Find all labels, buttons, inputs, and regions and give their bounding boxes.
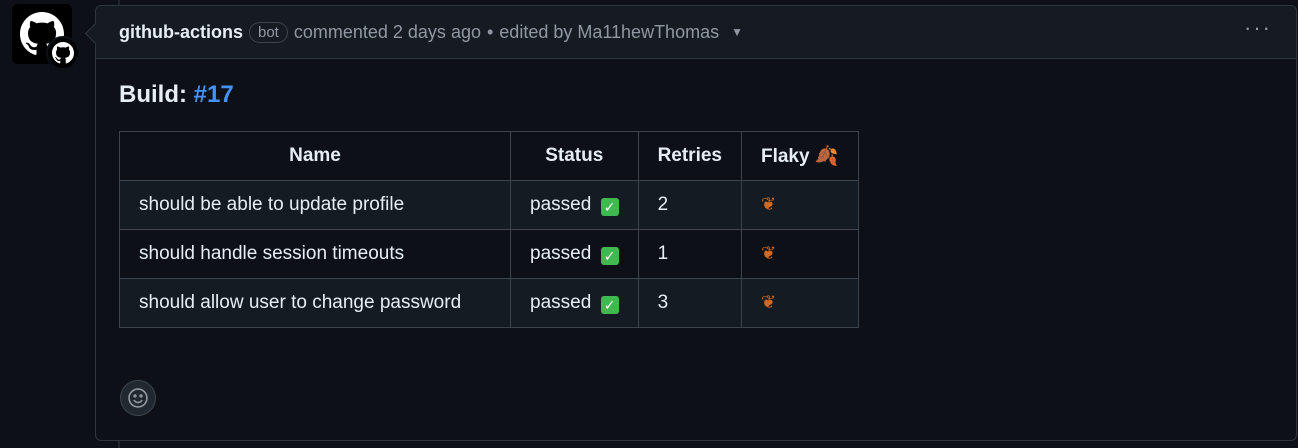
check-mark-icon: ✓ [600,247,619,265]
test-status: passed ✓ [510,278,639,328]
status-text: passed [530,292,592,313]
test-retries: 2 [637,180,742,230]
status-text: passed [530,194,592,215]
test-name: should allow user to change password [119,278,511,328]
test-name: should be able to update profile [119,180,511,230]
separator: • [486,21,494,42]
check-mark-icon: ✓ [600,198,619,216]
header-status: Status [510,131,639,181]
header-retries: Retries [637,131,742,181]
author-link[interactable]: github-actions [119,22,243,43]
author-avatar[interactable] [12,4,80,70]
comment-timestamp[interactable]: commented 2 days ago [294,22,481,43]
test-retries: 1 [637,229,742,279]
header-flaky: Flaky 🍂 [740,131,859,181]
table-row: should handle session timeouts passed ✓ … [119,229,859,279]
status-text: passed [530,243,592,264]
test-flaky: ❦ [740,278,859,328]
add-reaction-button[interactable] [120,380,156,416]
edited-by-link[interactable]: edited by Ma11hewThomas [499,22,719,43]
comment-header: github-actions bot commented 2 days ago … [96,6,1296,59]
test-status: passed ✓ [510,180,639,230]
table-header-row: Name Status Retries Flaky 🍂 [119,131,859,181]
header-name: Name [119,131,511,181]
build-label: Build: [119,81,187,108]
fallen-leaf-icon: ❦ [760,194,777,214]
build-heading: Build: #17 [119,81,1273,109]
check-mark-icon: ✓ [600,296,619,314]
fallen-leaf-icon: ❦ [760,292,777,312]
build-link[interactable]: #17 [194,81,234,108]
chevron-down-icon[interactable]: ▼ [731,25,743,39]
comment-body: Build: #17 Name Status Retries Flaky 🍂 s… [96,59,1296,350]
test-results-table: Name Status Retries Flaky 🍂 should be ab… [119,131,859,328]
bot-badge: bot [249,21,288,43]
table-row: should allow user to change password pas… [119,278,859,328]
test-flaky: ❦ [740,229,859,279]
fallen-leaf-icon: ❦ [760,243,777,263]
comment-box: github-actions bot commented 2 days ago … [95,5,1297,441]
smiley-icon [128,388,148,408]
test-retries: 3 [637,278,742,328]
more-options-icon[interactable]: ··· [1244,17,1272,39]
github-app-icon [46,36,80,70]
test-flaky: ❦ [740,180,859,230]
test-name: should handle session timeouts [119,229,511,279]
table-row: should be able to update profile passed … [119,180,859,230]
test-status: passed ✓ [510,229,639,279]
